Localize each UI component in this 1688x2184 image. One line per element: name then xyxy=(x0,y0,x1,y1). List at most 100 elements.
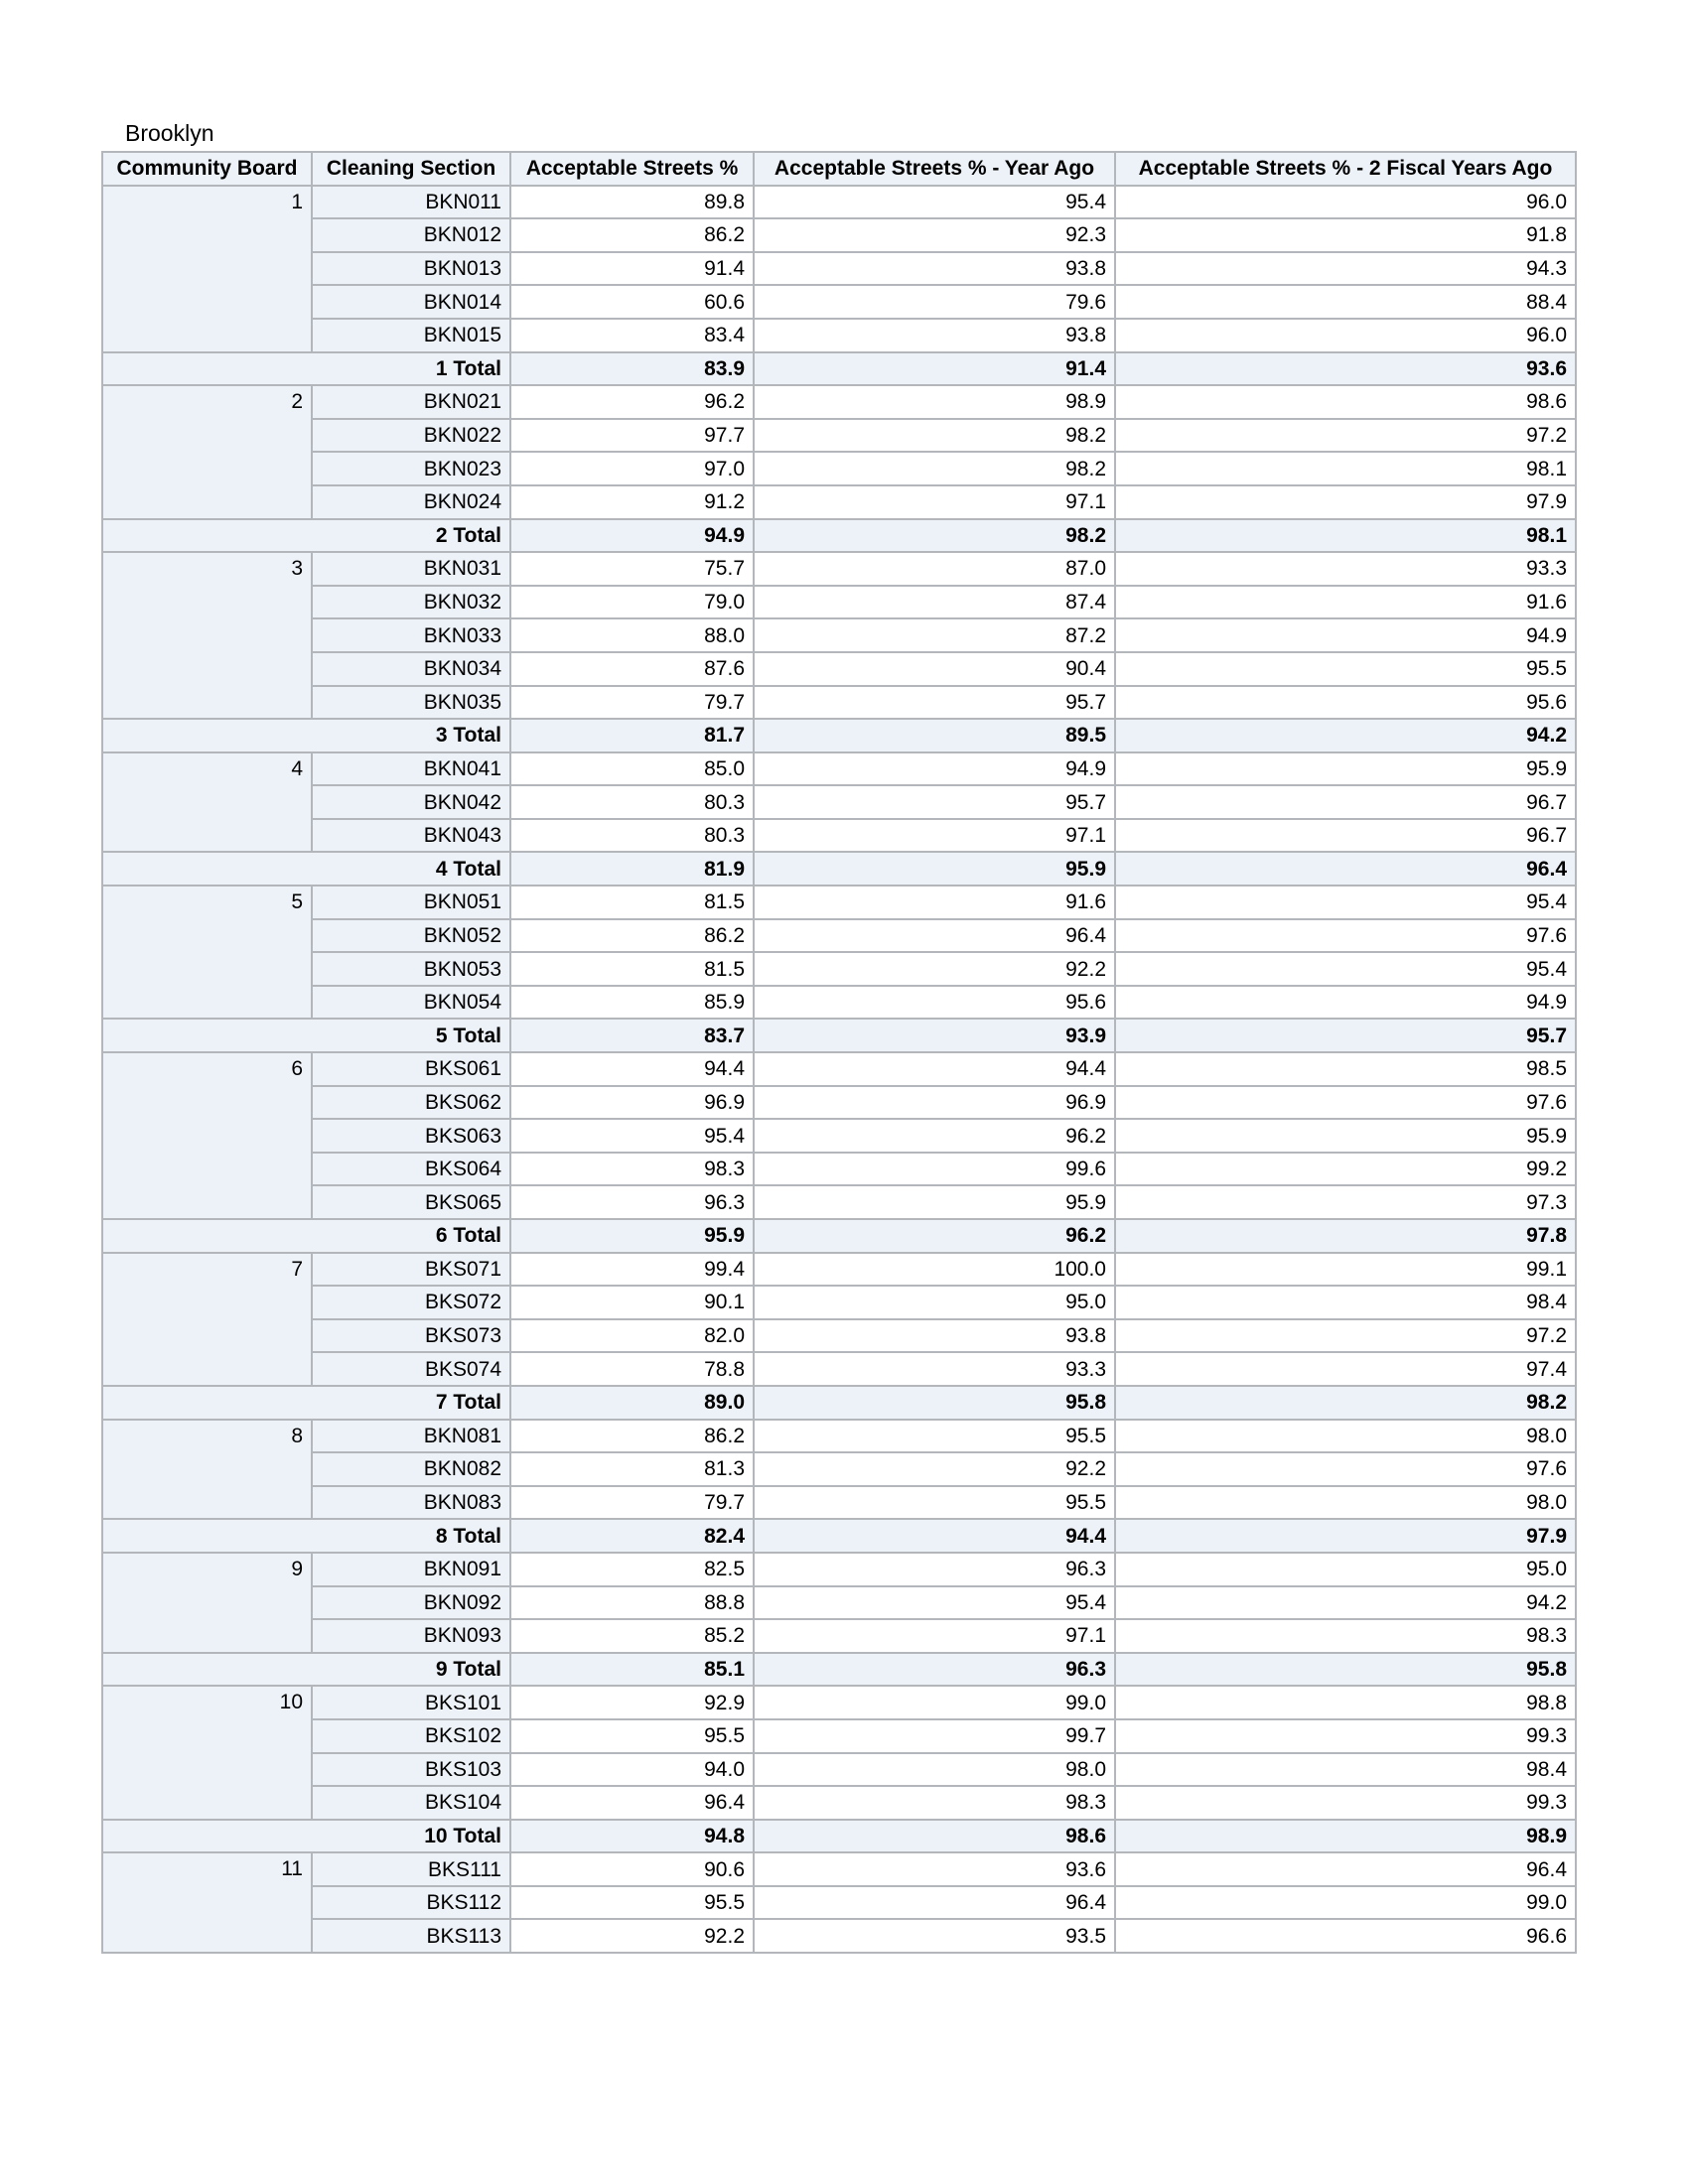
two-years-ago-cell: 99.3 xyxy=(1114,1785,1577,1821)
cleaning-section-cell: BKN082 xyxy=(311,1451,511,1487)
year-ago-cell: 98.3 xyxy=(753,1785,1116,1821)
table-row: BKN023 97.0 98.2 98.1 xyxy=(102,451,1577,486)
community-board-cell: 10 xyxy=(101,1685,313,1821)
column-header-year-ago: Acceptable Streets % - Year Ago xyxy=(753,151,1116,187)
two-years-ago-cell: 97.2 xyxy=(1114,417,1577,454)
table-row: BKS113 92.2 93.5 96.6 xyxy=(102,1918,1577,1955)
two-years-ago-cell: 95.5 xyxy=(1114,650,1577,687)
cleaning-section-cell: BKN024 xyxy=(311,483,511,520)
two-years-ago-cell: 98.6 xyxy=(1114,384,1577,420)
total-row: 3 Total 81.7 89.5 94.2 xyxy=(101,718,1577,753)
total-two-years-ago-cell: 98.1 xyxy=(1114,517,1577,554)
total-label-cell: 10 Total xyxy=(101,1818,511,1854)
header-row: Community Board Cleaning Section Accepta… xyxy=(101,151,1577,187)
cleaning-section-cell: BKN093 xyxy=(311,1618,511,1654)
table-row: BKN033 88.0 87.2 94.9 xyxy=(102,617,1577,653)
year-ago-cell: 96.3 xyxy=(753,1551,1116,1587)
total-two-years-ago-cell: 98.2 xyxy=(1114,1384,1577,1421)
cleaning-section-cell: BKN081 xyxy=(311,1418,511,1454)
two-years-ago-cell: 99.1 xyxy=(1114,1251,1577,1288)
year-ago-cell: 92.3 xyxy=(753,217,1116,253)
year-ago-cell: 79.6 xyxy=(753,284,1116,320)
year-ago-cell: 95.7 xyxy=(753,784,1116,820)
acceptable-streets-cell: 95.5 xyxy=(509,1884,755,1921)
year-ago-cell: 87.2 xyxy=(753,617,1116,653)
cleaning-section-cell: BKS064 xyxy=(311,1151,511,1187)
two-years-ago-cell: 95.0 xyxy=(1114,1551,1577,1587)
cleaning-section-cell: BKN091 xyxy=(311,1551,511,1587)
acceptable-streets-cell: 88.8 xyxy=(509,1584,755,1621)
total-row: 4 Total 81.9 95.9 96.4 xyxy=(101,851,1577,887)
acceptable-streets-cell: 96.9 xyxy=(509,1084,755,1121)
year-ago-cell: 94.9 xyxy=(753,751,1116,787)
column-header-community-board: Community Board xyxy=(101,151,313,187)
year-ago-cell: 96.2 xyxy=(753,1118,1116,1154)
total-two-years-ago-cell: 95.8 xyxy=(1114,1651,1577,1688)
acceptable-streets-cell: 92.2 xyxy=(509,1918,755,1955)
two-years-ago-cell: 98.0 xyxy=(1114,1484,1577,1521)
total-acceptable-streets-cell: 83.9 xyxy=(509,350,755,387)
community-board-cell: 9 xyxy=(101,1551,313,1654)
total-label-cell: 4 Total xyxy=(101,851,511,887)
year-ago-cell: 90.4 xyxy=(753,650,1116,687)
table-row: BKS072 90.1 95.0 98.4 xyxy=(102,1285,1577,1320)
cleaning-section-cell: BKS113 xyxy=(311,1918,511,1955)
two-years-ago-cell: 94.2 xyxy=(1114,1584,1577,1621)
table-row: BKN092 88.8 95.4 94.2 xyxy=(102,1584,1577,1621)
total-acceptable-streets-cell: 81.7 xyxy=(509,718,755,753)
acceptable-streets-cell: 96.3 xyxy=(509,1184,755,1220)
acceptable-streets-cell: 92.9 xyxy=(509,1685,755,1720)
year-ago-cell: 98.2 xyxy=(753,417,1116,454)
table-row: BKN083 79.7 95.5 98.0 xyxy=(102,1484,1577,1521)
year-ago-cell: 99.0 xyxy=(753,1685,1116,1720)
table-row: BKN032 79.0 87.4 91.6 xyxy=(102,584,1577,620)
total-two-years-ago-cell: 94.2 xyxy=(1114,718,1577,753)
two-years-ago-cell: 99.3 xyxy=(1114,1717,1577,1754)
year-ago-cell: 93.8 xyxy=(753,1317,1116,1354)
total-row: 10 Total 94.8 98.6 98.9 xyxy=(101,1818,1577,1854)
two-years-ago-cell: 99.0 xyxy=(1114,1884,1577,1921)
community-board-cell: 8 xyxy=(101,1418,313,1521)
cleaning-section-cell: BKN043 xyxy=(311,817,511,854)
total-year-ago-cell: 93.9 xyxy=(753,1018,1116,1054)
total-year-ago-cell: 91.4 xyxy=(753,350,1116,387)
total-label-cell: 3 Total xyxy=(101,718,511,753)
table-row: BKN013 91.4 93.8 94.3 xyxy=(102,250,1577,287)
year-ago-cell: 98.0 xyxy=(753,1751,1116,1788)
year-ago-cell: 92.2 xyxy=(753,1451,1116,1487)
year-ago-cell: 98.2 xyxy=(753,451,1116,486)
cleaning-section-cell: BKS103 xyxy=(311,1751,511,1788)
two-years-ago-cell: 95.9 xyxy=(1114,1118,1577,1154)
two-years-ago-cell: 93.3 xyxy=(1114,551,1577,587)
acceptable-streets-cell: 79.7 xyxy=(509,684,755,721)
total-acceptable-streets-cell: 89.0 xyxy=(509,1384,755,1421)
cleaning-section-cell: BKS063 xyxy=(311,1118,511,1154)
cleaning-section-cell: BKS065 xyxy=(311,1184,511,1220)
two-years-ago-cell: 94.9 xyxy=(1114,617,1577,653)
two-years-ago-cell: 94.3 xyxy=(1114,250,1577,287)
community-board-cell: 6 xyxy=(101,1051,313,1220)
total-two-years-ago-cell: 97.8 xyxy=(1114,1218,1577,1254)
two-years-ago-cell: 97.6 xyxy=(1114,1451,1577,1487)
year-ago-cell: 95.5 xyxy=(753,1484,1116,1521)
cleaning-section-cell: BKN032 xyxy=(311,584,511,620)
cleaning-section-cell: BKN083 xyxy=(311,1484,511,1521)
cleaning-section-cell: BKS111 xyxy=(311,1851,511,1887)
acceptable-streets-cell: 79.0 xyxy=(509,584,755,620)
year-ago-cell: 96.4 xyxy=(753,1884,1116,1921)
acceptable-streets-cell: 87.6 xyxy=(509,650,755,687)
cleaning-section-cell: BKN092 xyxy=(311,1584,511,1621)
year-ago-cell: 95.7 xyxy=(753,684,1116,721)
year-ago-cell: 95.5 xyxy=(753,1418,1116,1454)
table-row: 1 BKN011 89.8 95.4 96.0 xyxy=(101,184,1577,353)
total-acceptable-streets-cell: 81.9 xyxy=(509,851,755,887)
acceptable-streets-cell: 91.2 xyxy=(509,483,755,520)
total-row: 2 Total 94.9 98.2 98.1 xyxy=(101,517,1577,554)
total-label-cell: 8 Total xyxy=(101,1518,511,1554)
column-header-cleaning-section: Cleaning Section xyxy=(311,151,511,187)
column-header-acceptable-streets: Acceptable Streets % xyxy=(509,151,755,187)
table-row: BKN052 86.2 96.4 97.6 xyxy=(102,917,1577,954)
acceptable-streets-cell: 90.6 xyxy=(509,1851,755,1887)
cleaning-section-cell: BKS101 xyxy=(311,1685,511,1720)
cleaning-section-cell: BKN054 xyxy=(311,984,511,1021)
